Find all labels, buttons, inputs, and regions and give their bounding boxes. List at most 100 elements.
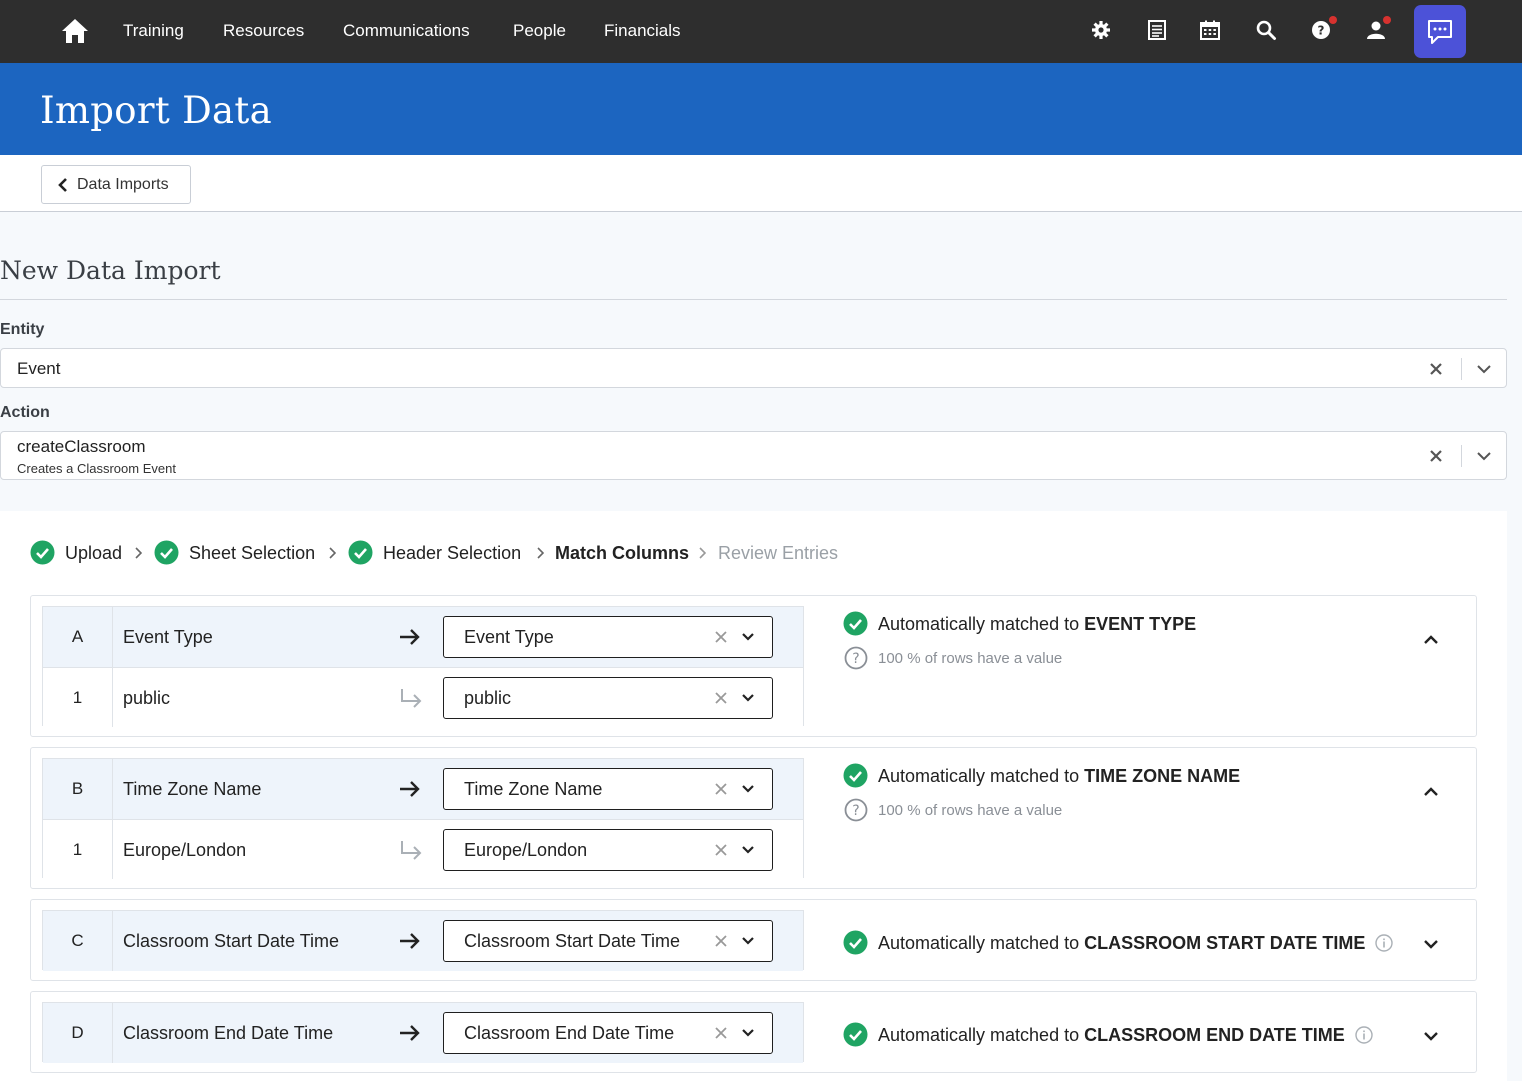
arrow-right-icon [400, 781, 420, 797]
chevron-down-icon[interactable] [741, 1028, 755, 1038]
column-mapping-table: A Event Type Event Type 1 public public [42, 606, 804, 727]
action-label: Action [0, 404, 50, 421]
calendar-icon[interactable] [1199, 19, 1221, 41]
column-name: Classroom Start Date Time [123, 931, 340, 951]
match-status: Automatically matched to TIME ZONE NAME [878, 766, 1241, 786]
return-arrow-icon [401, 689, 422, 708]
check-circle-icon [348, 540, 373, 565]
chevron-down-icon[interactable] [741, 784, 755, 794]
chevron-down-icon[interactable] [741, 936, 755, 946]
column-name: Event Type [123, 627, 213, 647]
field-match-dropdown[interactable]: Classroom End Date Time [443, 1012, 773, 1054]
step-sheet-selection[interactable]: Sheet Selection [189, 543, 315, 564]
nav-link-resources[interactable]: Resources [223, 21, 304, 41]
page-banner: Import Data [0, 63, 1522, 155]
info-icon[interactable] [1355, 1026, 1373, 1044]
clear-icon[interactable] [714, 782, 728, 796]
row-number: 1 [43, 668, 113, 727]
chevron-up-icon[interactable] [1423, 786, 1439, 798]
select-separator [1461, 445, 1462, 467]
value-match-value: public [464, 688, 512, 708]
value-match-value: Europe/London [464, 840, 588, 860]
svg-text:?: ? [1318, 24, 1325, 38]
action-select[interactable]: createClassroom Creates a Classroom Even… [0, 431, 1507, 480]
check-circle-icon [843, 763, 868, 788]
column-card-b: B Time Zone Name Time Zone Name 1 Europe… [30, 747, 1477, 889]
column-header-row: D Classroom End Date Time Classroom End … [43, 1003, 803, 1063]
back-to-data-imports-button[interactable]: Data Imports [41, 165, 191, 204]
match-status: Automatically matched to CLASSROOM END D… [878, 1025, 1345, 1045]
question-circle-icon: ? [844, 798, 868, 822]
nav-link-communications[interactable]: Communications [343, 21, 470, 41]
chevron-down-icon[interactable] [741, 845, 755, 855]
select-separator [1461, 358, 1462, 380]
back-button-label: Data Imports [77, 176, 169, 193]
match-status: Automatically matched to EVENT TYPE [878, 614, 1197, 634]
info-icon[interactable] [1375, 934, 1393, 952]
column-card-d: D Classroom End Date Time Classroom End … [30, 991, 1477, 1073]
coverage-text: 100 % of rows have a value [878, 650, 1063, 667]
check-circle-icon [843, 611, 868, 636]
column-letter: D [43, 1003, 113, 1063]
chevron-right-icon [699, 547, 706, 559]
field-match-value: Time Zone Name [464, 779, 603, 799]
help-notification-dot [1329, 16, 1337, 24]
check-circle-icon [843, 1022, 868, 1047]
check-circle-icon [154, 540, 179, 565]
column-header-row: B Time Zone Name Time Zone Name [43, 759, 803, 819]
clear-icon[interactable] [714, 630, 728, 644]
clear-icon[interactable] [714, 691, 728, 705]
nav-link-financials[interactable]: Financials [604, 21, 681, 41]
chevron-down-icon[interactable] [1423, 1030, 1439, 1042]
help-icon[interactable]: ? [1310, 19, 1332, 41]
home-icon[interactable] [60, 16, 90, 46]
value-match-dropdown[interactable]: public [443, 677, 773, 719]
chevron-down-icon[interactable] [1423, 938, 1439, 950]
check-circle-icon [30, 540, 55, 565]
clear-icon[interactable] [714, 934, 728, 948]
question-circle-icon: ? [844, 646, 868, 670]
nav-link-training[interactable]: Training [123, 21, 184, 41]
field-match-dropdown[interactable]: Event Type [443, 616, 773, 658]
check-circle-icon [843, 930, 868, 955]
clear-icon[interactable] [714, 1026, 728, 1040]
list-icon[interactable] [1146, 19, 1168, 41]
column-name: Time Zone Name [123, 779, 262, 799]
coverage-text: 100 % of rows have a value [878, 802, 1063, 819]
nav-link-people[interactable]: People [513, 21, 566, 41]
field-match-dropdown[interactable]: Time Zone Name [443, 768, 773, 810]
return-arrow-icon [401, 841, 422, 860]
sample-value: public [123, 688, 171, 708]
chevron-up-icon[interactable] [1423, 634, 1439, 646]
clear-icon[interactable] [1429, 449, 1443, 463]
entity-select[interactable]: Event [0, 348, 1507, 388]
arrow-right-icon [400, 629, 420, 645]
field-match-value: Classroom End Date Time [464, 1023, 675, 1043]
chevron-down-icon[interactable] [1476, 363, 1492, 375]
clear-icon[interactable] [714, 843, 728, 857]
sample-value: Europe/London [123, 840, 247, 860]
row-number: 1 [43, 820, 113, 879]
column-header-row: C Classroom Start Date Time Classroom St… [43, 911, 803, 971]
chevron-down-icon[interactable] [1476, 450, 1492, 462]
step-upload[interactable]: Upload [65, 543, 122, 564]
value-match-dropdown[interactable]: Europe/London [443, 829, 773, 871]
chevron-right-icon [135, 547, 142, 559]
chat-button[interactable] [1414, 5, 1466, 58]
settings-icon[interactable] [1090, 19, 1112, 41]
arrow-right-icon [400, 933, 420, 949]
step-header-selection[interactable]: Header Selection [383, 543, 521, 564]
field-match-dropdown[interactable]: Classroom Start Date Time [443, 920, 773, 962]
chevron-down-icon[interactable] [741, 693, 755, 703]
back-bar: Data Imports [0, 155, 1522, 212]
step-review-entries: Review Entries [718, 543, 839, 563]
column-letter: A [43, 607, 113, 667]
top-navigation: Training Resources Communications People… [0, 0, 1522, 63]
clear-icon[interactable] [1429, 362, 1443, 376]
column-card-a: A Event Type Event Type 1 public public … [30, 595, 1477, 737]
arrow-right-icon [400, 1025, 420, 1041]
step-match-columns[interactable]: Match Columns [555, 543, 689, 564]
chevron-down-icon[interactable] [741, 632, 755, 642]
search-icon[interactable] [1255, 19, 1277, 41]
svg-text:?: ? [852, 651, 859, 667]
